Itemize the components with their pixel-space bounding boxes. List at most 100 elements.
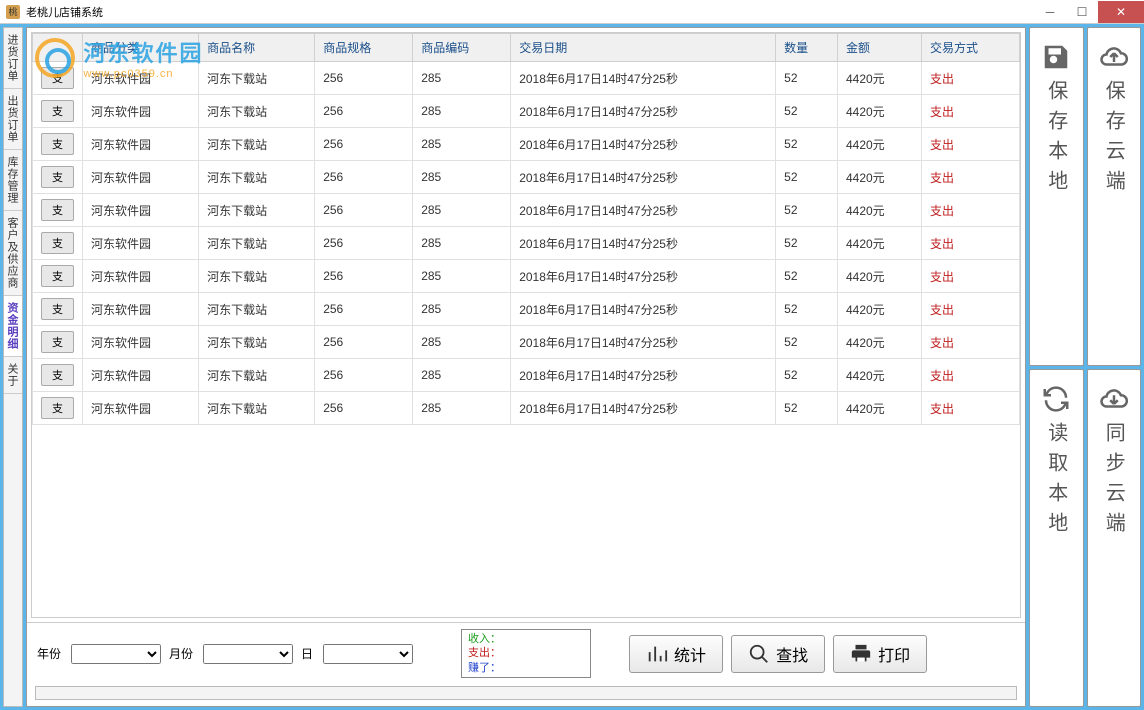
minimize-button[interactable]: ─ (1034, 1, 1066, 23)
cell-code: 285 (413, 161, 511, 194)
cell-code: 285 (413, 128, 511, 161)
cell-date: 2018年6月17日14时47分25秒 (511, 194, 776, 227)
cell-qty: 52 (776, 194, 838, 227)
table-row[interactable]: 支河东软件园河东下载站2562852018年6月17日14时47分25秒5244… (33, 392, 1020, 425)
table-row[interactable]: 支河东软件园河东下载站2562852018年6月17日14时47分25秒5244… (33, 194, 1020, 227)
cell-qty: 52 (776, 359, 838, 392)
cell-spec: 256 (315, 161, 413, 194)
cell-name: 河东下载站 (199, 128, 315, 161)
row-action-button[interactable]: 支 (41, 199, 74, 221)
cell-category: 河东软件园 (83, 194, 199, 227)
col-name[interactable]: 商品名称 (199, 34, 315, 62)
bar-chart-icon (646, 643, 668, 665)
cell-qty: 52 (776, 161, 838, 194)
expense-label: 支出： (468, 646, 584, 660)
cell-qty: 52 (776, 62, 838, 95)
col-qty[interactable]: 数量 (776, 34, 838, 62)
print-label: 打印 (878, 642, 910, 666)
col-date[interactable]: 交易日期 (511, 34, 776, 62)
cell-code: 285 (413, 194, 511, 227)
row-action-button[interactable]: 支 (41, 265, 74, 287)
cell-amount: 4420元 (837, 326, 921, 359)
month-select[interactable] (203, 644, 293, 664)
cell-name: 河东下载站 (199, 161, 315, 194)
table-row[interactable]: 支河东软件园河东下载站2562852018年6月17日14时47分25秒5244… (33, 260, 1020, 293)
save-local-label: 保存本地 (1042, 80, 1071, 200)
cell-txn: 支出 (921, 62, 1019, 95)
cell-code: 285 (413, 392, 511, 425)
row-action-button[interactable]: 支 (41, 166, 74, 188)
row-action-button[interactable]: 支 (41, 232, 74, 254)
save-local-button[interactable]: 保存本地 (1029, 27, 1084, 366)
sidebar-item-1[interactable]: 出货订单 (4, 89, 22, 150)
col-category[interactable]: 商品分类 (83, 34, 199, 62)
cell-txn: 支出 (921, 95, 1019, 128)
sidebar-item-5[interactable]: 关于 (4, 357, 22, 394)
read-local-button[interactable]: 读取本地 (1029, 369, 1084, 708)
title-bar: 桃 老桃儿店铺系统 ─ ☐ ✕ (0, 0, 1144, 24)
cell-amount: 4420元 (837, 260, 921, 293)
row-action-button[interactable]: 支 (41, 100, 74, 122)
print-button[interactable]: 打印 (833, 635, 927, 673)
cell-amount: 4420元 (837, 359, 921, 392)
table-row[interactable]: 支河东软件园河东下载站2562852018年6月17日14时47分25秒5244… (33, 359, 1020, 392)
cell-date: 2018年6月17日14时47分25秒 (511, 62, 776, 95)
status-bar (35, 686, 1017, 700)
sync-cloud-button[interactable]: 同步云端 (1087, 369, 1142, 708)
cell-qty: 52 (776, 227, 838, 260)
table-row[interactable]: 支河东软件园河东下载站2562852018年6月17日14时47分25秒5244… (33, 161, 1020, 194)
col-code[interactable]: 商品编码 (413, 34, 511, 62)
cell-spec: 256 (315, 326, 413, 359)
data-table-wrap[interactable]: 商品分类 商品名称 商品规格 商品编码 交易日期 数量 金额 交易方式 支河东软… (31, 32, 1021, 618)
year-select[interactable] (71, 644, 161, 664)
cell-amount: 4420元 (837, 392, 921, 425)
maximize-button[interactable]: ☐ (1066, 1, 1098, 23)
table-row[interactable]: 支河东软件园河东下载站2562852018年6月17日14时47分25秒5244… (33, 326, 1020, 359)
save-cloud-label: 保存云端 (1099, 80, 1128, 200)
floppy-icon (1041, 42, 1071, 72)
cell-spec: 256 (315, 227, 413, 260)
cell-amount: 4420元 (837, 128, 921, 161)
row-action-button[interactable]: 支 (41, 133, 74, 155)
save-cloud-button[interactable]: 保存云端 (1087, 27, 1142, 366)
day-label: 日 (301, 645, 313, 662)
row-action-button[interactable]: 支 (41, 298, 74, 320)
table-row[interactable]: 支河东软件园河东下载站2562852018年6月17日14时47分25秒5244… (33, 128, 1020, 161)
month-label: 月份 (169, 645, 193, 662)
cell-category: 河东软件园 (83, 359, 199, 392)
sidebar-item-4[interactable]: 资金明细 (4, 296, 22, 357)
cell-name: 河东下载站 (199, 95, 315, 128)
stats-button[interactable]: 统计 (629, 635, 723, 673)
cell-txn: 支出 (921, 326, 1019, 359)
cell-amount: 4420元 (837, 293, 921, 326)
sidebar-item-2[interactable]: 库存管理 (4, 150, 22, 211)
table-row[interactable]: 支河东软件园河东下载站2562852018年6月17日14时47分25秒5244… (33, 62, 1020, 95)
table-row[interactable]: 支河东软件园河东下载站2562852018年6月17日14时47分25秒5244… (33, 95, 1020, 128)
bottom-toolbar: 年份 月份 日 收入： 支出： 赚了： 统计 查找 (27, 622, 1025, 684)
col-txn[interactable]: 交易方式 (921, 34, 1019, 62)
cell-amount: 4420元 (837, 227, 921, 260)
row-action-button[interactable]: 支 (41, 331, 74, 353)
table-row[interactable]: 支河东软件园河东下载站2562852018年6月17日14时47分25秒5244… (33, 293, 1020, 326)
stats-label: 统计 (674, 642, 706, 666)
col-amount[interactable]: 金额 (837, 34, 921, 62)
day-select[interactable] (323, 644, 413, 664)
cell-amount: 4420元 (837, 95, 921, 128)
row-action-button[interactable]: 支 (41, 67, 74, 89)
cell-category: 河东软件园 (83, 293, 199, 326)
cell-spec: 256 (315, 62, 413, 95)
cell-txn: 支出 (921, 227, 1019, 260)
sidebar-item-0[interactable]: 进货订单 (4, 28, 22, 89)
close-button[interactable]: ✕ (1098, 1, 1144, 23)
table-row[interactable]: 支河东软件园河东下载站2562852018年6月17日14时47分25秒5244… (33, 227, 1020, 260)
cell-amount: 4420元 (837, 62, 921, 95)
cell-code: 285 (413, 227, 511, 260)
cell-name: 河东下载站 (199, 194, 315, 227)
row-action-button[interactable]: 支 (41, 397, 74, 419)
sidebar-item-3[interactable]: 客户及供应商 (4, 211, 22, 296)
col-rowbtn (33, 34, 83, 62)
col-spec[interactable]: 商品规格 (315, 34, 413, 62)
search-button[interactable]: 查找 (731, 635, 825, 673)
row-action-button[interactable]: 支 (41, 364, 74, 386)
cell-qty: 52 (776, 326, 838, 359)
